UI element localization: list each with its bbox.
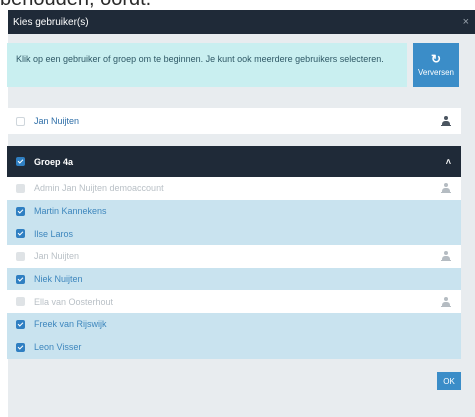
member-name: Jan Nuijten bbox=[34, 251, 80, 262]
member-checkbox[interactable] bbox=[16, 342, 25, 352]
list-item[interactable]: Martin Kannekens bbox=[7, 199, 461, 223]
group-groep-4a: Groep 4a ˄ Admin Jan Nuijten demoaccount… bbox=[7, 146, 461, 359]
dialog-title: Kies gebruiker(s) bbox=[13, 16, 89, 28]
group-checkbox[interactable] bbox=[16, 157, 25, 166]
list-item[interactable]: Ella van Oosterhout bbox=[7, 290, 461, 314]
list-item[interactable]: Jan Nuijten bbox=[7, 245, 461, 268]
member-checkbox[interactable] bbox=[16, 229, 25, 239]
member-checkbox[interactable] bbox=[16, 319, 25, 329]
member-name: Niek Nuijten bbox=[34, 274, 83, 285]
user-checkbox[interactable] bbox=[16, 116, 25, 126]
list-item[interactable]: Admin Jan Nuijten demoaccount bbox=[7, 177, 461, 200]
ok-button[interactable]: OK bbox=[437, 372, 461, 390]
member-checkbox[interactable] bbox=[16, 274, 25, 284]
member-name: Ilse Laros bbox=[34, 228, 74, 239]
member-name: Ella van Oosterhout bbox=[34, 296, 114, 307]
list-item[interactable]: Ilse Laros bbox=[7, 222, 461, 246]
member-checkbox[interactable] bbox=[16, 251, 25, 261]
user-name: Jan Nuijten bbox=[34, 116, 80, 126]
list-item[interactable]: Freek van Rijswijk bbox=[7, 313, 461, 336]
info-message: Klik op een gebruiker of groep om te beg… bbox=[7, 43, 407, 87]
refresh-label: Verversen bbox=[417, 68, 455, 77]
member-checkbox[interactable] bbox=[16, 183, 25, 193]
person-icon bbox=[441, 296, 451, 307]
member-checkbox[interactable] bbox=[16, 297, 25, 307]
refresh-button[interactable]: ↻ Verversen bbox=[413, 43, 459, 87]
list-item[interactable]: Leon Visser bbox=[7, 335, 461, 359]
chevron-up-icon[interactable]: ˄ bbox=[446, 157, 451, 167]
group-header[interactable]: Groep 4a ˄ bbox=[7, 146, 461, 177]
person-icon bbox=[441, 251, 451, 262]
group-name: Groep 4a bbox=[34, 156, 74, 167]
member-name: Leon Visser bbox=[34, 342, 82, 353]
person-icon bbox=[441, 116, 451, 126]
person-icon bbox=[441, 183, 451, 194]
member-name: Martin Kannekens bbox=[34, 206, 107, 217]
member-name: Freek van Rijswijk bbox=[34, 319, 107, 330]
member-name: Admin Jan Nuijten demoaccount bbox=[34, 183, 164, 194]
member-checkbox[interactable] bbox=[16, 206, 25, 216]
list-item[interactable]: Niek Nuijten bbox=[7, 267, 461, 291]
close-icon[interactable]: × bbox=[463, 16, 469, 28]
dialog-header: Kies gebruiker(s) × bbox=[8, 10, 475, 34]
user-item-jan-nuijten[interactable]: Jan Nuijten bbox=[7, 108, 461, 134]
info-row: Klik op een gebruiker of groep om te beg… bbox=[7, 43, 461, 93]
refresh-icon: ↻ bbox=[430, 52, 442, 66]
